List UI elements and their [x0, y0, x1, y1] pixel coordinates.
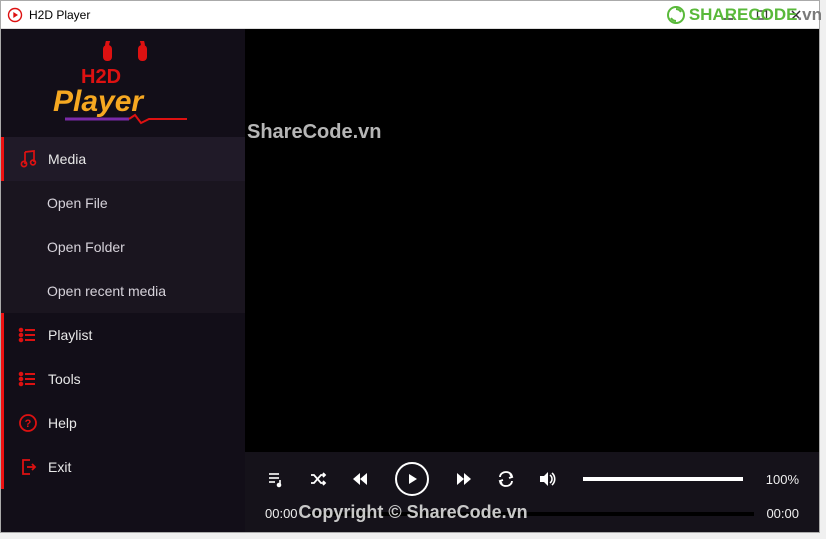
exit-icon	[18, 457, 38, 477]
sidebar-item-label: Media	[48, 151, 86, 167]
rewind-icon[interactable]	[349, 468, 371, 490]
video-area[interactable]	[245, 29, 819, 452]
forward-icon[interactable]	[453, 468, 475, 490]
time-current: 00:00	[265, 506, 298, 521]
volume-slider[interactable]	[583, 477, 743, 481]
music-note-icon	[18, 149, 38, 169]
sidebar-item-help[interactable]: ? Help	[1, 401, 245, 445]
queue-icon[interactable]	[265, 468, 287, 490]
sidebar-item-playlist[interactable]: Playlist	[1, 313, 245, 357]
app-window: H2D Player H2D Player	[0, 0, 820, 533]
play-button[interactable]	[395, 462, 429, 496]
sidebar: H2D Player Media Open File Open Folder O…	[1, 29, 245, 532]
watermark-corner: SHARECODE.vn	[665, 4, 822, 26]
controls-bar: 100% 00:00 00:00	[245, 452, 819, 532]
app-icon	[7, 7, 23, 23]
media-open-file[interactable]: Open File	[1, 181, 245, 225]
svg-text:?: ?	[25, 418, 32, 430]
svg-text:Player: Player	[53, 85, 145, 118]
sidebar-item-exit[interactable]: Exit	[1, 445, 245, 489]
content-area: ShareCode.vn	[245, 29, 819, 532]
help-icon: ?	[18, 413, 38, 433]
sidebar-item-label: Exit	[48, 459, 71, 475]
shuffle-icon[interactable]	[307, 468, 329, 490]
sidebar-item-label: Playlist	[48, 327, 92, 343]
watermark-text: ShareCode.vn	[247, 121, 381, 144]
list-icon	[18, 325, 38, 345]
app-logo: H2D Player	[1, 29, 245, 137]
main: H2D Player Media Open File Open Folder O…	[1, 29, 819, 532]
media-open-recent[interactable]: Open recent media	[1, 269, 245, 313]
volume-percent: 100%	[766, 472, 799, 487]
sidebar-item-media[interactable]: Media	[1, 137, 245, 181]
sidebar-item-label: Tools	[48, 371, 81, 387]
time-total: 00:00	[766, 506, 799, 521]
sidebar-item-tools[interactable]: Tools	[1, 357, 245, 401]
progress-bar[interactable]	[310, 512, 755, 516]
repeat-icon[interactable]	[495, 468, 517, 490]
window-title: H2D Player	[29, 8, 90, 22]
list-icon	[18, 369, 38, 389]
sidebar-menu: Media Open File Open Folder Open recent …	[1, 137, 245, 532]
sidebar-item-label: Help	[48, 415, 77, 431]
volume-icon[interactable]	[537, 468, 559, 490]
media-open-folder[interactable]: Open Folder	[1, 225, 245, 269]
